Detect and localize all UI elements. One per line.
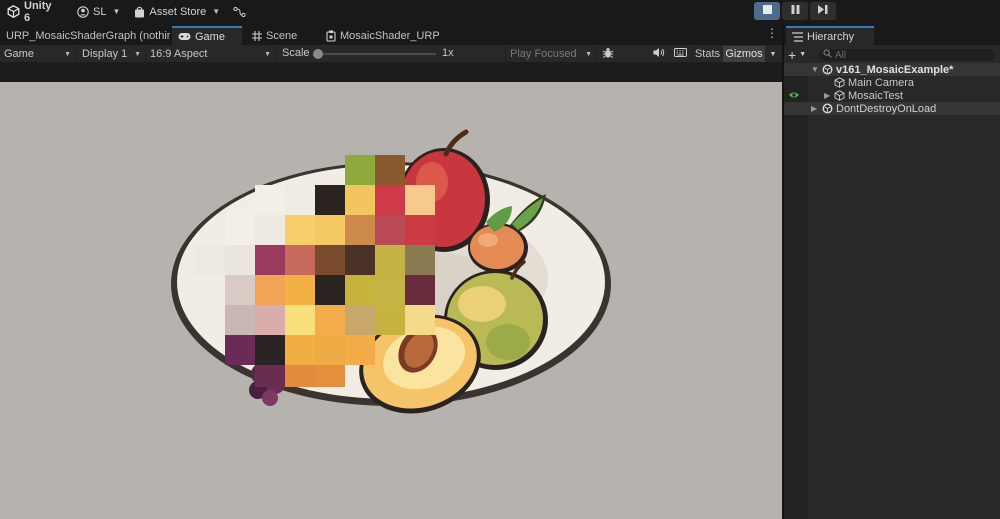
chevron-down-icon: ▼ (585, 50, 592, 58)
step-icon (818, 5, 828, 17)
pause-button[interactable] (782, 2, 808, 20)
audio-toggle[interactable] (650, 46, 668, 62)
tab-hierarchy[interactable]: Hierarchy (786, 26, 874, 45)
chevron-down-icon: ▼ (112, 7, 121, 16)
version-control-icon (233, 6, 246, 18)
stop-icon (762, 5, 772, 17)
display-dropdown[interactable]: Display 1 ▼ (78, 46, 146, 62)
gamepad-icon (178, 32, 191, 41)
account-icon (77, 5, 89, 18)
asset-store-label: Asset Store (149, 5, 207, 18)
scale-value: 1x (442, 47, 454, 59)
hierarchy-gutter (784, 65, 808, 519)
gizmos-dropdown[interactable]: ▼ (766, 46, 780, 62)
shortcuts-toggle[interactable] (670, 46, 690, 62)
gameobject-name: Main Camera (848, 76, 915, 89)
game-viewport[interactable] (0, 82, 782, 519)
chevron-down-icon: ▼ (134, 50, 141, 58)
app-name: Unity 6 (24, 0, 52, 24)
expand-arrow-icon[interactable]: ▼ (811, 65, 819, 74)
hierarchy-item-dont-destroy[interactable]: ▶ DontDestroyOnLoad (784, 102, 1000, 115)
hierarchy-tab-label: Hierarchy (807, 30, 855, 43)
expand-arrow-icon[interactable]: ▶ (811, 104, 817, 113)
gameobject-name: MosaicTest (848, 89, 904, 102)
cube-icon (834, 90, 845, 101)
tab-game[interactable]: Game (172, 26, 242, 45)
account-dropdown[interactable]: SL ▼ (70, 0, 127, 23)
account-name: SL (93, 5, 107, 18)
scale-slider-track[interactable] (318, 53, 436, 55)
chevron-down-icon: ▼ (64, 50, 71, 58)
chevron-down-icon: ▼ (212, 7, 221, 16)
step-button[interactable] (810, 2, 836, 20)
unity-menu-button[interactable]: Unity 6 (0, 0, 66, 24)
bug-icon (602, 47, 614, 62)
tab-scene[interactable]: Scene (246, 26, 316, 45)
hierarchy-item-main-camera[interactable]: Main Camera (784, 76, 1000, 89)
hierarchy-panel: Hierarchy + ▼ ▼ v161_MosaicExample* Main… (784, 23, 1000, 519)
aspect-value: 16:9 Aspect (150, 48, 208, 60)
cube-icon (834, 77, 845, 88)
unity-logo-icon (7, 5, 20, 18)
hierarchy-tab-bar: Hierarchy (784, 23, 1000, 45)
version-control-button[interactable] (227, 0, 256, 23)
tab-shader-graph[interactable]: URP_MosaicShaderGraph (nothir (0, 26, 170, 45)
play-mode-dropdown[interactable]: Play Focused ▼ (505, 46, 597, 62)
list-icon (792, 31, 803, 42)
speaker-icon (653, 47, 665, 61)
create-button[interactable]: + ▼ (788, 48, 806, 62)
shader-graph-icon (326, 30, 336, 42)
fruit-plate-render (171, 129, 611, 414)
hierarchy-toolbar: + ▼ (784, 45, 1000, 65)
tab-mosaic-shader[interactable]: MosaicShader_URP (320, 26, 450, 45)
unity-scene-icon (822, 64, 833, 75)
scene-name: DontDestroyOnLoad (836, 102, 937, 115)
hierarchy-search[interactable] (818, 48, 996, 62)
unity-scene-icon (822, 103, 833, 114)
scale-label: Scale (282, 47, 310, 59)
more-options-icon[interactable]: ⋮ (766, 27, 778, 39)
chevron-down-icon: ▼ (769, 50, 777, 58)
hierarchy-item-scene[interactable]: ▼ v161_MosaicExample* (784, 63, 1000, 76)
bug-button[interactable] (598, 46, 618, 62)
scene-name: v161_MosaicExample* (836, 63, 954, 76)
display-value: Display 1 (82, 48, 128, 60)
tab-label: Game (195, 30, 225, 43)
tab-label: URP_MosaicShaderGraph (nothir (6, 29, 170, 42)
visibility-eye-icon[interactable] (788, 90, 800, 100)
pause-icon (791, 5, 800, 17)
expand-arrow-icon[interactable]: ▶ (824, 91, 830, 100)
stop-button[interactable] (754, 2, 780, 20)
stats-button[interactable]: Stats (692, 46, 722, 62)
search-icon (823, 49, 832, 61)
search-input[interactable] (835, 49, 985, 61)
play-controls (754, 2, 836, 20)
view-mode-dropdown[interactable]: Game ▼ (0, 46, 76, 62)
gizmos-label: Gizmos (725, 48, 763, 60)
play-mode-value: Play Focused (510, 48, 577, 60)
chevron-down-icon: ▼ (264, 50, 271, 58)
main-toolbar: Unity 6 SL ▼ Asset Store ▼ (0, 0, 1000, 24)
scale-slider-handle[interactable] (313, 49, 323, 59)
chevron-down-icon: ▼ (799, 51, 807, 58)
grid-icon (252, 30, 262, 41)
gizmos-button[interactable]: Gizmos (723, 46, 765, 62)
tab-label: MosaicShader_URP (340, 29, 440, 42)
plus-icon: + (788, 47, 797, 63)
aspect-dropdown[interactable]: 16:9 Aspect ▼ (146, 46, 276, 62)
view-mode-value: Game (4, 48, 34, 60)
stats-label: Stats (694, 48, 721, 60)
store-bag-icon (134, 6, 145, 18)
tab-label: Scene (266, 29, 298, 42)
keyboard-icon (673, 48, 687, 60)
hierarchy-item-mosaic-test[interactable]: ▶ MosaicTest (784, 89, 1000, 102)
game-view-toolbar: Game ▼ Display 1 ▼ 16:9 Aspect ▼ Scale 1… (0, 45, 782, 63)
letterbox-bar (0, 63, 782, 82)
asset-store-dropdown[interactable]: Asset Store ▼ (127, 0, 227, 23)
